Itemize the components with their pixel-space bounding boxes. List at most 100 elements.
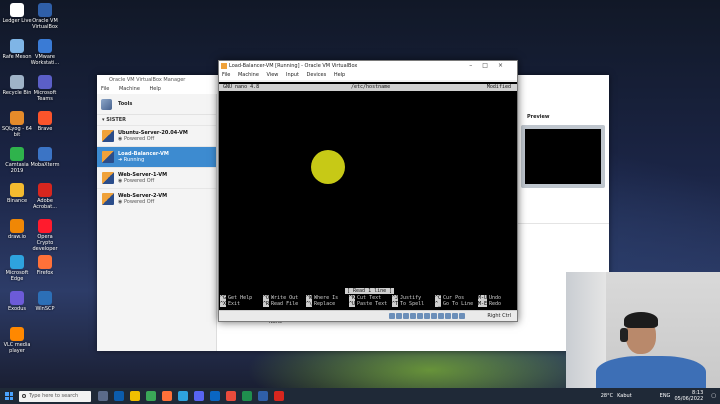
- vm-running-window[interactable]: Load-Balancer-VM [Running] - Oracle VM V…: [218, 60, 518, 322]
- desktop-icon-label: Rafe Meson: [2, 54, 32, 60]
- desktop-icon-label: Microsoft Edge: [5, 270, 29, 282]
- firefox-icon[interactable]: [162, 391, 172, 401]
- desktop-icon-camtasia-2019[interactable]: Camtasia 2019: [2, 147, 32, 174]
- desktop-icon-label: WinSCP: [35, 306, 55, 312]
- vm-menu-machine[interactable]: Machine: [238, 72, 259, 78]
- host-key-label: Right Ctrl: [487, 313, 511, 319]
- vm-group-label: SISTER: [106, 117, 127, 123]
- desktop-icon-brave[interactable]: Brave: [30, 111, 60, 132]
- vm-console-screen[interactable]: GNU nano 4.8 /etc/hostname Modified [ Re…: [219, 82, 517, 311]
- vm-menu-input[interactable]: Input: [286, 72, 299, 78]
- clock[interactable]: 8:13 05/06/2022: [674, 390, 703, 402]
- vm-state: ◉ Powered Off: [118, 199, 155, 205]
- nano-shortcut-to-spell: ^T To Spell: [392, 301, 424, 307]
- desktop-icon-firefox[interactable]: Firefox: [30, 255, 60, 276]
- file-explorer-icon[interactable]: [130, 391, 140, 401]
- manager-menu-help[interactable]: Help: [150, 86, 161, 92]
- manager-menu-file[interactable]: File: [101, 86, 109, 92]
- vm-window-title: Load-Balancer-VM [Running] - Oracle VM V…: [229, 63, 358, 69]
- desktop-icon-exodus[interactable]: Exodus: [2, 291, 32, 312]
- weather[interactable]: Kabut: [617, 393, 632, 399]
- shortcut-key: ^T: [392, 301, 399, 307]
- desktop-icon-vmware-workstati[interactable]: VMware Workstati...: [30, 39, 60, 66]
- desktop-icon-label: Camtasia 2019: [5, 162, 29, 174]
- nano-shortcut-go-to-line: ^_ Go To Line: [435, 301, 473, 307]
- desktop-icon-label: Exodus: [8, 306, 26, 312]
- notification-icon[interactable]: ▢: [711, 393, 716, 399]
- nano-shortcut-read-file: ^R Read File: [263, 301, 298, 307]
- vm-state: ◉ Powered Off: [118, 178, 155, 184]
- desktop-icon-recycle-bin[interactable]: Recycle Bin: [2, 75, 32, 96]
- virtualbox-taskbar-icon[interactable]: [258, 391, 268, 401]
- preview-label[interactable]: Preview: [517, 113, 609, 122]
- shortcut-key: ^U: [349, 301, 356, 307]
- opera-icon[interactable]: [226, 391, 236, 401]
- minimize-icon[interactable]: –: [469, 62, 482, 69]
- vm-state: ◉ Powered Off: [118, 136, 155, 142]
- shortcut-label: Exit: [228, 301, 241, 307]
- vm-menu-help[interactable]: Help: [334, 72, 345, 78]
- edge-icon[interactable]: [178, 391, 188, 401]
- vm-menu-view[interactable]: View: [267, 72, 279, 78]
- terminal-icon[interactable]: [210, 391, 220, 401]
- headphones-icon: [620, 328, 628, 342]
- chrome-icon[interactable]: [146, 391, 156, 401]
- device-status-icons[interactable]: [389, 313, 466, 319]
- clock-date: 05/06/2022: [674, 396, 704, 402]
- desktop-icon-microsoft-edge[interactable]: Microsoft Edge: [2, 255, 32, 282]
- acrobat-icon[interactable]: [274, 391, 284, 401]
- system-tray: 28°C Kabut ENG 8:13 05/06/2022 ▢: [601, 388, 716, 404]
- nano-shortcut-replace: ^\ Replace: [306, 301, 335, 307]
- desktop-icon-label: VLC media player: [3, 342, 31, 354]
- vm-menu-devices[interactable]: Devices: [307, 72, 327, 78]
- nano-modified: Modified: [486, 84, 511, 90]
- desktop-icon-oracle-vm-virtualbox[interactable]: Oracle VM VirtualBox: [30, 3, 60, 30]
- desktop-icon-binance[interactable]: Binance: [2, 183, 32, 204]
- nano-filename: /etc/hostname: [351, 84, 391, 90]
- close-icon[interactable]: ×: [498, 62, 513, 69]
- vm-item-web-server-1[interactable]: Web-Server-1-VM ◉ Powered Off: [97, 167, 216, 188]
- vm-item-load-balancer[interactable]: Load-Balancer-VM ➜ Running: [97, 146, 216, 167]
- shortcut-label: Paste Text: [357, 301, 388, 307]
- desktop-icon-vlc-media-player[interactable]: VLC media player: [2, 327, 32, 354]
- desktop-icon-ledger-live[interactable]: Ledger Live: [2, 3, 32, 24]
- desktop: Ledger Live Oracle VM VirtualBox Rafe Meso…: [0, 0, 720, 388]
- desktop-icon-opera-crypto-developer[interactable]: Opera Crypto developer: [30, 219, 60, 252]
- vm-os-icon: [102, 172, 114, 184]
- desktop-icon-winscp[interactable]: WinSCP: [30, 291, 60, 312]
- taskbar-apps: [95, 391, 287, 401]
- temperature[interactable]: 28°C: [601, 393, 613, 399]
- window-controls: –□×: [469, 61, 513, 71]
- preview-frame: [521, 125, 605, 188]
- discord-icon[interactable]: [194, 391, 204, 401]
- maximize-icon[interactable]: □: [482, 62, 498, 69]
- task-view-icon[interactable]: [98, 391, 108, 401]
- manager-menu-machine[interactable]: Machine: [119, 86, 140, 92]
- vm-group-header[interactable]: ▾ SISTER: [97, 114, 216, 125]
- tools-item[interactable]: Tools: [97, 94, 216, 114]
- vm-list-sidebar: Tools ▾ SISTER Ubuntu-Server-20.04-VM ◉ …: [97, 94, 217, 351]
- app-icon: [38, 291, 52, 305]
- vm-item-ubuntu-server[interactable]: Ubuntu-Server-20.04-VM ◉ Powered Off: [97, 125, 216, 146]
- shortcut-label: Redo: [489, 301, 502, 307]
- desktop-icon-draw-io[interactable]: draw.io: [2, 219, 32, 240]
- details-divider: [517, 223, 609, 224]
- desktop-icon-microsoft-teams[interactable]: Microsoft Teams: [30, 75, 60, 102]
- language-indicator[interactable]: ENG: [660, 393, 671, 399]
- desktop-icon-mobaxterm[interactable]: MobaXterm: [30, 147, 60, 168]
- app-icon: [38, 183, 52, 197]
- vm-menu-file[interactable]: File: [222, 72, 230, 78]
- search-icon: [22, 393, 26, 398]
- app-icon: [38, 75, 52, 89]
- nano-shortcut-paste-text: ^U Paste Text: [349, 301, 387, 307]
- desktop-icon-adobe-acrobat[interactable]: Adobe Acrobat...: [30, 183, 60, 210]
- desktop-icon-rafe-meson[interactable]: Rafe Meson: [2, 39, 32, 60]
- desktop-icon-sqlyog-64-bit[interactable]: SQLyog - 64 bit: [2, 111, 32, 138]
- spotify-icon[interactable]: [242, 391, 252, 401]
- vm-item-web-server-2[interactable]: Web-Server-2-VM ◉ Powered Off: [97, 188, 216, 209]
- taskbar-search-input[interactable]: Type here to search: [19, 390, 91, 402]
- windows-start-icon[interactable]: [5, 392, 13, 400]
- shortcut-key: ^X: [220, 301, 227, 307]
- vscode-icon[interactable]: [114, 391, 124, 401]
- nano-version: GNU nano 4.8: [223, 84, 260, 90]
